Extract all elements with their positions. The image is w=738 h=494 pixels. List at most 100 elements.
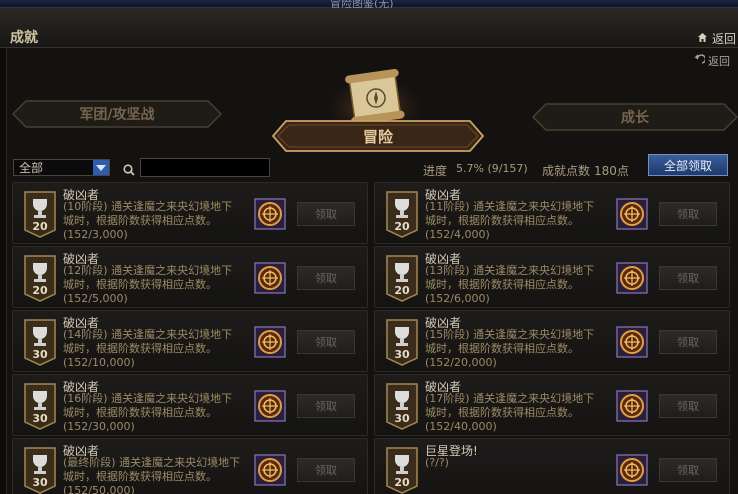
achievement-points: 30 — [32, 348, 48, 361]
achievement-progress: (152/4,000) — [425, 228, 490, 241]
achievement-desc-text: (13阶段) 通关逢魔之来央幻境地下城时，根据阶数获得相应点数。 — [425, 264, 595, 291]
claim-button[interactable]: 领取 — [659, 202, 717, 226]
trophy-badge: 20 — [385, 190, 419, 238]
achievement-card: 30 破凶者 (15阶段) 通关逢魔之来央幻境地下城时，根据阶数获得相应点数。 (15… — [374, 310, 730, 372]
panel-header: 成就 返回 — [0, 8, 738, 48]
claim-all-button[interactable]: 全部领取 — [648, 154, 728, 176]
progress-value: 5.7% (9/157) — [456, 162, 528, 175]
achievement-card: 20 巨星登场! (?/?) 领取 — [374, 438, 730, 494]
medal-icon — [616, 454, 648, 486]
achievement-points: 20 — [394, 220, 410, 233]
trophy-badge: 20 — [385, 254, 419, 302]
medal-icon — [616, 198, 648, 230]
achievement-description: (最终阶段) 通关逢魔之来央幻境地下城时，根据阶数获得相应点数。 (152/50,… — [63, 456, 243, 494]
home-label: 返回 — [712, 32, 737, 46]
achievement-card: 20 破凶者 (10阶段) 通关逢魔之来央幻境地下城时，根据阶数获得相应点数。 (15… — [12, 182, 368, 244]
achievement-progress: (152/5,000) — [63, 292, 128, 305]
claim-button[interactable]: 领取 — [659, 330, 717, 354]
achievement-card: 30 破凶者 (16阶段) 通关逢魔之来央幻境地下城时，根据阶数获得相应点数。 (15… — [12, 374, 368, 436]
search-input[interactable] — [140, 158, 270, 177]
achievement-card: 30 破凶者 (最终阶段) 通关逢魔之来央幻境地下城时，根据阶数获得相应点数。 (15… — [12, 438, 368, 494]
achievement-card: 30 破凶者 (17阶段) 通关逢魔之来央幻境地下城时，根据阶数获得相应点数。 (15… — [374, 374, 730, 436]
achievement-points: 20 — [32, 284, 48, 297]
achievement-desc-text: (15阶段) 通关逢魔之来央幻境地下城时，根据阶数获得相应点数。 — [425, 328, 595, 355]
medal-icon — [254, 198, 286, 230]
tab-adventure-label: 冒险 — [362, 127, 393, 146]
top-bar: 冒险图鉴(无) — [0, 0, 738, 10]
trophy-badge: 30 — [385, 318, 419, 366]
achievement-progress: (152/3,000) — [63, 228, 128, 241]
achievement-description: (17阶段) 通关逢魔之来央幻境地下城时，根据阶数获得相应点数。 (152/40,… — [425, 392, 605, 434]
medal-icon — [254, 326, 286, 358]
trophy-badge: 30 — [23, 446, 57, 494]
achievement-points: 20 — [32, 220, 48, 233]
home-icon — [697, 32, 708, 46]
tab-growth-label: 成长 — [621, 110, 649, 126]
achievement-progress: (152/40,000) — [425, 420, 497, 433]
trophy-badge: 30 — [23, 382, 57, 430]
return-button[interactable]: 返回 — [693, 53, 730, 69]
medal-icon — [616, 326, 648, 358]
chevron-down-icon — [93, 160, 109, 175]
trophy-badge: 30 — [385, 382, 419, 430]
achievement-desc-text: (17阶段) 通关逢魔之来央幻境地下城时，根据阶数获得相应点数。 — [425, 392, 595, 419]
claim-button[interactable]: 领取 — [297, 330, 355, 354]
claim-button[interactable]: 领取 — [297, 266, 355, 290]
achievement-description: (10阶段) 通关逢魔之来央幻境地下城时，根据阶数获得相应点数。 (152/3,0… — [63, 200, 243, 242]
claim-button[interactable]: 领取 — [659, 458, 717, 482]
trophy-badge: 20 — [23, 190, 57, 238]
achievement-desc-text: (11阶段) 通关逢魔之来央幻境地下城时，根据阶数获得相应点数。 — [425, 200, 595, 227]
category-value: 全部 — [19, 161, 44, 175]
tab-adventure[interactable]: 冒险 — [272, 120, 484, 152]
medal-icon — [254, 390, 286, 422]
achievement-desc-text: (最终阶段) 通关逢魔之来央幻境地下城时，根据阶数获得相应点数。 — [63, 456, 241, 483]
panel-title: 成就 — [10, 30, 38, 46]
achievement-description: (14阶段) 通关逢魔之来央幻境地下城时，根据阶数获得相应点数。 (152/10,… — [63, 328, 243, 370]
trophy-badge: 20 — [23, 254, 57, 302]
medal-icon — [616, 262, 648, 294]
achievement-desc-text: (10阶段) 通关逢魔之来央幻境地下城时，根据阶数获得相应点数。 — [63, 200, 233, 227]
achievement-description: (13阶段) 通关逢魔之来央幻境地下城时，根据阶数获得相应点数。 (152/6,0… — [425, 264, 605, 306]
tab-war[interactable]: 军团/攻坚战 — [12, 100, 222, 128]
trophy-badge: 30 — [23, 318, 57, 366]
claim-button[interactable]: 领取 — [297, 458, 355, 482]
return-icon — [693, 54, 707, 68]
achievement-points: 20 — [394, 284, 410, 297]
achievement-desc-text: (?/?) — [425, 456, 449, 469]
search-icon — [123, 161, 135, 180]
achievement-description: (12阶段) 通关逢魔之来央幻境地下城时，根据阶数获得相应点数。 (152/5,0… — [63, 264, 243, 306]
claim-button[interactable]: 领取 — [659, 394, 717, 418]
claim-button[interactable]: 领取 — [659, 266, 717, 290]
achievement-card: 20 破凶者 (11阶段) 通关逢魔之来央幻境地下城时，根据阶数获得相应点数。 (15… — [374, 182, 730, 244]
achievement-points: 30 — [394, 348, 410, 361]
achievement-description: (?/?) — [425, 456, 605, 470]
category-select[interactable]: 全部 — [13, 159, 110, 176]
achievement-progress: (152/50,000) — [63, 484, 135, 494]
medal-icon — [616, 390, 648, 422]
medal-icon — [254, 454, 286, 486]
achievement-card: 20 破凶者 (12阶段) 通关逢魔之来央幻境地下城时，根据阶数获得相应点数。 (15… — [12, 246, 368, 308]
achievement-progress: (152/30,000) — [63, 420, 135, 433]
achievement-desc-text: (12阶段) 通关逢魔之来央幻境地下城时，根据阶数获得相应点数。 — [63, 264, 233, 291]
achievement-description: (16阶段) 通关逢魔之来央幻境地下城时，根据阶数获得相应点数。 (152/30,… — [63, 392, 243, 434]
claim-button[interactable]: 领取 — [297, 394, 355, 418]
progress-label: 进度 — [423, 164, 448, 178]
trophy-badge: 20 — [385, 446, 419, 494]
achievement-description: (15阶段) 通关逢魔之来央幻境地下城时，根据阶数获得相应点数。 (152/20,… — [425, 328, 605, 370]
points-value: 180点 — [594, 164, 629, 178]
achievement-progress: (152/6,000) — [425, 292, 490, 305]
achievement-points: 30 — [32, 412, 48, 425]
achievement-desc-text: (14阶段) 通关逢魔之来央幻境地下城时，根据阶数获得相应点数。 — [63, 328, 233, 355]
achievement-description: (11阶段) 通关逢魔之来央幻境地下城时，根据阶数获得相应点数。 (152/4,0… — [425, 200, 605, 242]
tab-growth[interactable]: 成长 — [532, 103, 738, 131]
achievement-card: 30 破凶者 (14阶段) 通关逢魔之来央幻境地下城时，根据阶数获得相应点数。 (15… — [12, 310, 368, 372]
achievement-points: 30 — [394, 412, 410, 425]
claim-button[interactable]: 领取 — [297, 202, 355, 226]
tab-war-label: 军团/攻坚战 — [79, 107, 155, 123]
achievement-points: 30 — [32, 476, 48, 489]
home-button[interactable]: 返回 — [697, 30, 736, 47]
medal-icon — [254, 262, 286, 294]
achievement-card: 20 破凶者 (13阶段) 通关逢魔之来央幻境地下城时，根据阶数获得相应点数。 (15… — [374, 246, 730, 308]
achievement-progress: (152/20,000) — [425, 356, 497, 369]
achievement-progress: (152/10,000) — [63, 356, 135, 369]
